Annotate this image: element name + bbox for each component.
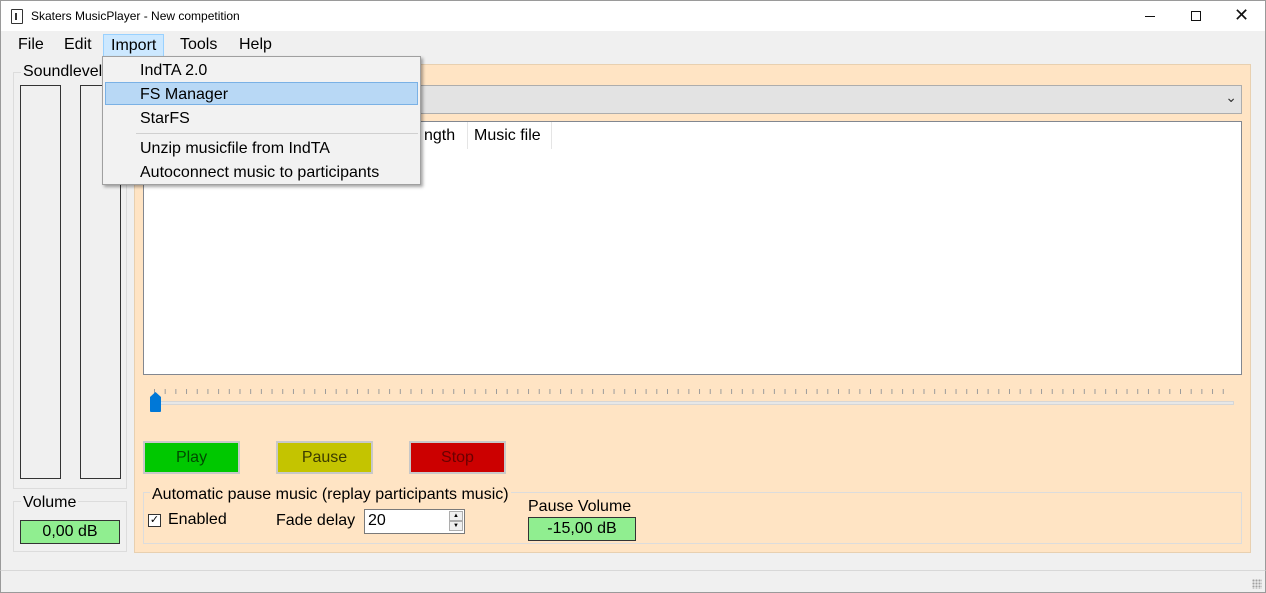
- close-icon: ✕: [1234, 5, 1250, 26]
- soundlevel-label: Soundlevel: [21, 63, 105, 81]
- position-slider[interactable]: [150, 401, 1234, 405]
- fade-delay-value: 20: [368, 512, 386, 529]
- play-button[interactable]: Play: [143, 441, 240, 474]
- status-bar: [0, 570, 1266, 593]
- enabled-checkbox[interactable]: ✓: [148, 514, 161, 527]
- menu-item-fs-manager[interactable]: FS Manager: [105, 82, 418, 105]
- minimize-icon: [1145, 16, 1155, 17]
- menu-file[interactable]: File: [11, 34, 51, 57]
- volume-value: 0,00 dB: [20, 520, 120, 544]
- menu-tools[interactable]: Tools: [173, 34, 224, 57]
- slider-ticks: [154, 389, 1232, 394]
- title-bar: Skaters MusicPlayer - New competition ✕: [0, 0, 1266, 31]
- fade-delay-label: Fade delay: [276, 512, 356, 529]
- window-title: Skaters MusicPlayer - New competition: [31, 9, 240, 23]
- app-icon: [11, 9, 23, 24]
- soundlevel-meter-left: [20, 85, 61, 479]
- pause-button[interactable]: Pause: [276, 441, 373, 474]
- close-button[interactable]: ✕: [1219, 1, 1265, 31]
- menu-item-starfs[interactable]: StarFS: [105, 106, 418, 129]
- column-header-length[interactable]: ngth: [418, 122, 468, 149]
- menu-edit[interactable]: Edit: [57, 34, 99, 57]
- menu-item-unzip-musicfile[interactable]: Unzip musicfile from IndTA: [105, 136, 418, 159]
- spin-up-button[interactable]: ▲: [449, 511, 463, 521]
- maximize-icon: [1191, 11, 1201, 21]
- spin-down-button[interactable]: ▼: [449, 521, 463, 531]
- menu-help[interactable]: Help: [232, 34, 279, 57]
- enabled-label[interactable]: Enabled: [168, 511, 227, 529]
- column-header-music-file[interactable]: Music file: [468, 122, 552, 149]
- chevron-down-icon[interactable]: ⌄: [1225, 89, 1237, 106]
- import-menu: IndTA 2.0 FS Manager StarFS Unzip musicf…: [102, 56, 421, 185]
- menu-separator: [136, 133, 418, 134]
- menu-import[interactable]: Import: [103, 34, 165, 57]
- minimize-button[interactable]: [1127, 1, 1173, 31]
- check-icon: ✓: [149, 514, 160, 526]
- fade-delay-input[interactable]: 20 ▲ ▼: [364, 509, 465, 534]
- auto-pause-label: Automatic pause music (replay participan…: [150, 486, 511, 504]
- maximize-button[interactable]: [1173, 1, 1219, 31]
- resize-grip-icon[interactable]: [1252, 579, 1262, 589]
- menu-bar: File Edit Import Tools Help: [0, 31, 1266, 57]
- menu-item-indta[interactable]: IndTA 2.0: [105, 58, 418, 81]
- pause-volume-value: -15,00 dB: [528, 517, 636, 541]
- stop-button[interactable]: Stop: [409, 441, 506, 474]
- volume-label: Volume: [21, 494, 79, 512]
- menu-item-autoconnect-music[interactable]: Autoconnect music to participants: [105, 160, 418, 183]
- pause-volume-label: Pause Volume: [528, 498, 632, 515]
